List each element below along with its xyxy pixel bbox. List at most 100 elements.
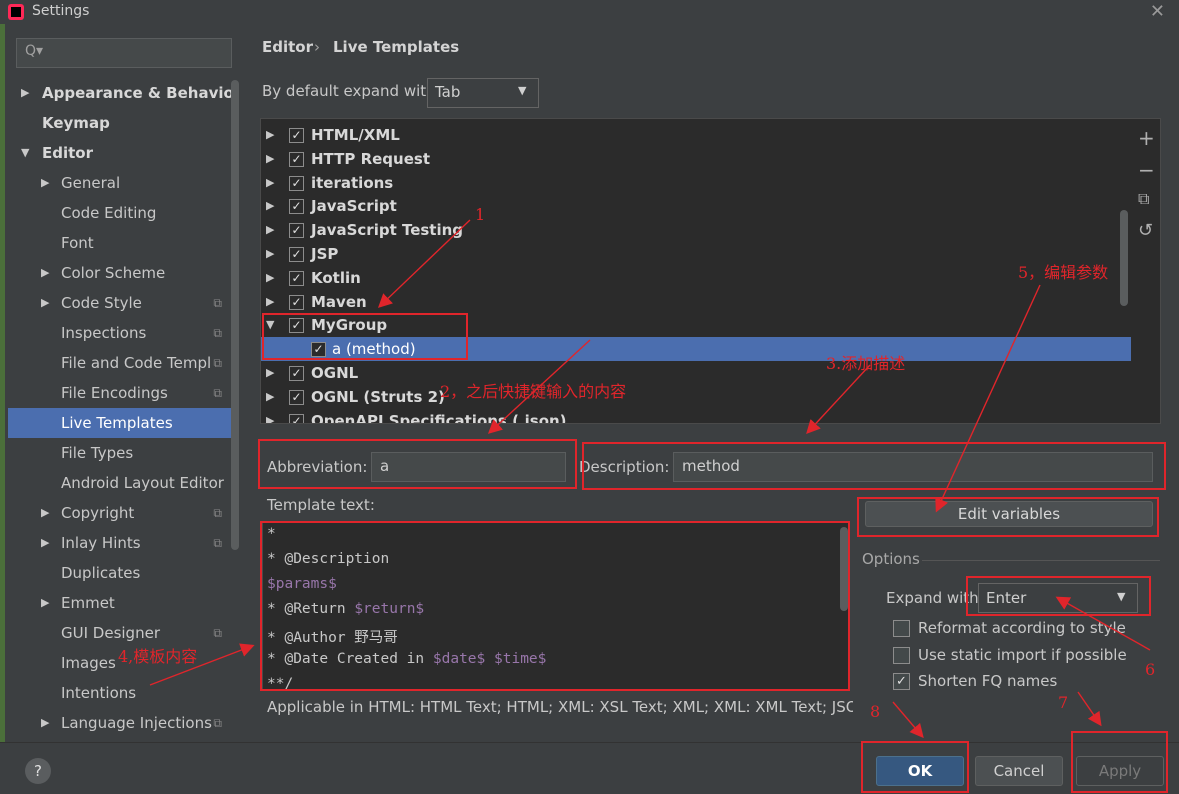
- title-bar: [0, 0, 1179, 24]
- collapsed-arrow-icon[interactable]: ▶: [266, 290, 274, 314]
- collapsed-arrow-icon[interactable]: ▶: [41, 168, 49, 198]
- project-settings-icon: ⧉: [213, 326, 222, 340]
- enable-checkbox[interactable]: ✓: [289, 413, 304, 423]
- sidebar-item-intentions[interactable]: Intentions: [8, 678, 232, 708]
- collapsed-arrow-icon[interactable]: ▶: [21, 78, 29, 108]
- template-group-kotlin[interactable]: ▶ ✓ Kotlin: [261, 266, 1131, 290]
- template-group-jsp[interactable]: ▶ ✓ JSP: [261, 242, 1131, 266]
- collapsed-arrow-icon[interactable]: ▶: [266, 123, 274, 147]
- sidebar-item-label: Language Injections: [61, 714, 212, 732]
- sidebar-item-language-injections[interactable]: ▶ Language Injections ⧉: [8, 708, 232, 738]
- annotation-label-8: 8: [870, 702, 881, 721]
- tree-row-label: OpenAPI Specifications (.json): [311, 411, 567, 424]
- sidebar-item-copyright[interactable]: ▶ Copyright ⧉: [8, 498, 232, 528]
- static-import-checkbox[interactable]: [893, 647, 910, 664]
- template-group-javascript[interactable]: ▶ ✓ JavaScript: [261, 194, 1131, 218]
- reformat-label[interactable]: Reformat according to style: [918, 619, 1126, 637]
- template-group-javascript-testing[interactable]: ▶ ✓ JavaScript Testing: [261, 218, 1131, 242]
- collapsed-arrow-icon[interactable]: ▶: [266, 242, 274, 266]
- collapsed-arrow-icon[interactable]: ▶: [266, 409, 274, 423]
- default-expand-value: Tab: [435, 83, 461, 101]
- collapsed-arrow-icon[interactable]: ▶: [41, 588, 49, 618]
- template-group-ognl[interactable]: ▶ ✓ OGNL: [261, 361, 1131, 385]
- sidebar-item-code-editing[interactable]: Code Editing: [8, 198, 232, 228]
- restore-icon[interactable]: ↺: [1138, 220, 1153, 241]
- collapsed-arrow-icon[interactable]: ▶: [266, 171, 274, 195]
- cancel-button[interactable]: Cancel: [975, 756, 1063, 786]
- help-button[interactable]: ?: [25, 758, 51, 784]
- settings-search-input[interactable]: [16, 38, 232, 68]
- template-group-iterations[interactable]: ▶ ✓ iterations: [261, 171, 1131, 195]
- sidebar-item-inlay-hints[interactable]: ▶ Inlay Hints ⧉: [8, 528, 232, 558]
- tree-row-label: HTML/XML: [311, 126, 400, 144]
- annotation-label-5: 5，编辑参数: [1018, 263, 1109, 282]
- enable-checkbox[interactable]: ✓: [289, 270, 304, 286]
- sidebar-item-font[interactable]: Font: [8, 228, 232, 258]
- template-group-html-xml[interactable]: ▶ ✓ HTML/XML: [261, 123, 1131, 147]
- sidebar-item-keymap[interactable]: Keymap: [8, 108, 232, 138]
- shorten-fq-checkbox[interactable]: ✓: [893, 673, 910, 690]
- annotation-box-mygroup: [262, 313, 468, 360]
- sidebar-item-file-and-code-templ[interactable]: File and Code Templ ⧉: [8, 348, 232, 378]
- enable-checkbox[interactable]: ✓: [289, 247, 304, 262]
- sidebar-item-emmet[interactable]: ▶ Emmet: [8, 588, 232, 618]
- enable-checkbox[interactable]: ✓: [289, 294, 304, 310]
- enable-checkbox[interactable]: ✓: [289, 128, 304, 143]
- sidebar-item-live-templates[interactable]: Live Templates: [8, 408, 232, 438]
- copy-icon[interactable]: ⧉: [1138, 189, 1149, 209]
- template-group-maven[interactable]: ▶ ✓ Maven: [261, 290, 1131, 314]
- collapsed-arrow-icon[interactable]: ▶: [41, 258, 49, 288]
- sidebar-item-general[interactable]: ▶ General: [8, 168, 232, 198]
- enable-checkbox[interactable]: ✓: [289, 151, 304, 167]
- sidebar-item-file-types[interactable]: File Types: [8, 438, 232, 468]
- enable-checkbox[interactable]: ✓: [289, 366, 304, 381]
- collapsed-arrow-icon[interactable]: ▶: [266, 194, 274, 218]
- add-icon[interactable]: +: [1138, 126, 1155, 150]
- template-group-openapi-specifications-json[interactable]: ▶ ✓ OpenAPI Specifications (.json): [261, 409, 1131, 424]
- enable-checkbox[interactable]: ✓: [289, 223, 304, 239]
- breadcrumb-separator: ›: [314, 38, 320, 56]
- collapsed-arrow-icon[interactable]: ▶: [266, 147, 274, 171]
- shorten-fq-label[interactable]: Shorten FQ names: [918, 672, 1057, 690]
- tree-row-label: JSP: [311, 245, 339, 263]
- sidebar-item-android-layout-editor[interactable]: Android Layout Editor: [8, 468, 232, 498]
- sidebar-item-code-style[interactable]: ▶ Code Style ⧉: [8, 288, 232, 318]
- remove-icon[interactable]: −: [1138, 158, 1155, 182]
- sidebar-item-inspections[interactable]: Inspections ⧉: [8, 318, 232, 348]
- breadcrumb-editor[interactable]: Editor: [262, 38, 313, 56]
- annotation-label-6: 6: [1145, 660, 1156, 679]
- sidebar-item-label: Android Layout Editor: [61, 474, 224, 492]
- collapsed-arrow-icon[interactable]: ▶: [41, 288, 49, 318]
- options-divider: [922, 560, 1160, 561]
- collapsed-arrow-icon[interactable]: ▶: [41, 528, 49, 558]
- template-group-ognl-struts-2[interactable]: ▶ ✓ OGNL (Struts 2): [261, 385, 1131, 409]
- breadcrumb-live-templates: Live Templates: [333, 38, 460, 56]
- collapsed-arrow-icon[interactable]: ▶: [266, 266, 274, 290]
- sidebar-item-editor[interactable]: ▼ Editor: [8, 138, 232, 168]
- tree-row-label: OGNL: [311, 364, 359, 382]
- collapsed-arrow-icon[interactable]: ▶: [41, 708, 49, 738]
- reformat-checkbox[interactable]: [893, 620, 910, 637]
- static-import-label[interactable]: Use static import if possible: [918, 646, 1127, 664]
- sidebar-item-duplicates[interactable]: Duplicates: [8, 558, 232, 588]
- collapsed-arrow-icon[interactable]: ▶: [266, 385, 274, 409]
- collapsed-arrow-icon[interactable]: ▶: [266, 361, 274, 385]
- enable-checkbox[interactable]: ✓: [289, 389, 304, 405]
- enable-checkbox[interactable]: ✓: [289, 175, 304, 191]
- sidebar-item-label: Inlay Hints: [61, 534, 141, 552]
- template-group-http-request[interactable]: ▶ ✓ HTTP Request: [261, 147, 1131, 171]
- collapsed-arrow-icon[interactable]: ▶: [266, 218, 274, 242]
- sidebar-item-color-scheme[interactable]: ▶ Color Scheme: [8, 258, 232, 288]
- sidebar-scrollbar[interactable]: [231, 80, 239, 550]
- expanded-arrow-icon[interactable]: ▼: [21, 138, 29, 168]
- collapsed-arrow-icon[interactable]: ▶: [41, 498, 49, 528]
- tree-scrollbar[interactable]: [1120, 210, 1128, 306]
- sidebar-item-appearance-behavior[interactable]: ▶ Appearance & Behavior: [8, 78, 232, 108]
- enable-checkbox[interactable]: ✓: [289, 199, 304, 215]
- project-settings-icon: ⧉: [213, 626, 222, 640]
- sidebar-item-file-encodings[interactable]: File Encodings ⧉: [8, 378, 232, 408]
- close-icon[interactable]: ✕: [1150, 1, 1165, 22]
- annotation-box-description: [582, 442, 1166, 490]
- applicable-contexts[interactable]: Applicable in HTML: HTML Text; HTML; XML…: [267, 698, 853, 720]
- sidebar-item-label: Inspections: [61, 324, 147, 342]
